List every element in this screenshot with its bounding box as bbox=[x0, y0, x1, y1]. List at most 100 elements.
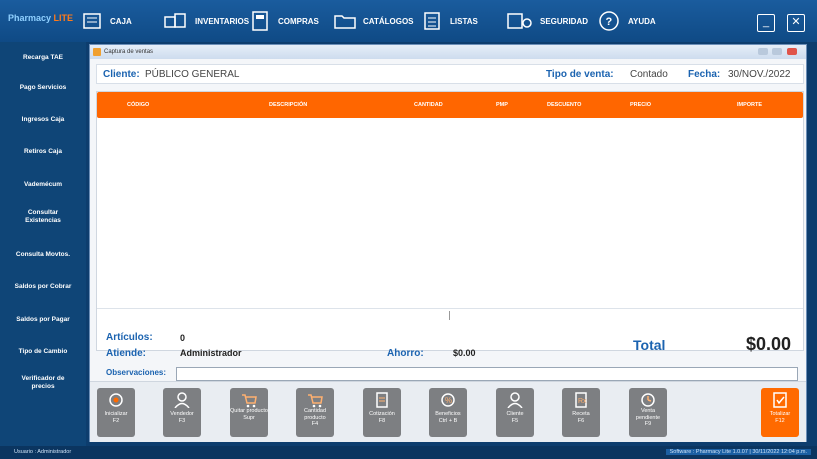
client-icon bbox=[507, 392, 523, 408]
window-close-button[interactable] bbox=[787, 48, 797, 55]
sidebar-item-consulta-movtos[interactable]: Consulta Movtos. bbox=[0, 251, 86, 259]
sidebar-item-label: Retiros Caja bbox=[24, 148, 62, 155]
sidebar-item-retiros-caja[interactable]: Retiros Caja bbox=[0, 148, 86, 156]
button-label-line1: Cantidad producto bbox=[303, 408, 327, 421]
button-label-line1: Venta pendiente bbox=[635, 408, 661, 421]
atiende-value: Administrador bbox=[180, 348, 242, 358]
menu-compras[interactable]: COMPRAS bbox=[250, 9, 319, 33]
menu-compras-label: COMPRAS bbox=[278, 16, 319, 26]
venta-pendiente-label: Venta pendiente F9 bbox=[629, 408, 667, 428]
quitar-producto-label: Quitar producto Supr bbox=[230, 408, 268, 421]
action-toolbar: Inicializar F2 Vendedor F3 Quitar producto… bbox=[90, 381, 806, 442]
close-icon: ✕ bbox=[791, 16, 801, 28]
tipo-venta-value[interactable]: Contado bbox=[630, 69, 668, 80]
sidebar-item-label: Consulta Movtos. bbox=[15, 251, 71, 258]
column-descuento: DESCUENTO bbox=[547, 102, 582, 108]
menu-ayuda-label: AYUDA bbox=[628, 16, 656, 26]
button-shortcut: F2 bbox=[112, 417, 120, 424]
venta-pendiente-button[interactable]: Venta pendiente F9 bbox=[629, 388, 667, 437]
cliente-value[interactable]: PÚBLICO GENERAL bbox=[145, 69, 239, 80]
column-cantidad: CANTIDAD bbox=[414, 102, 443, 108]
sidebar-item-tipo-cambio[interactable]: Tipo de Cambio bbox=[0, 348, 86, 356]
folder-icon bbox=[334, 15, 356, 29]
beneficios-label: Beneficios Ctrl + B bbox=[429, 411, 467, 424]
cliente-button[interactable]: Cliente F5 bbox=[496, 388, 534, 437]
observaciones-input[interactable] bbox=[176, 367, 798, 381]
sidebar-item-vademecum[interactable]: Vademécum bbox=[0, 181, 86, 189]
refresh-icon bbox=[109, 393, 123, 407]
column-precio: PRECIO bbox=[630, 102, 652, 108]
minimize-icon: _ bbox=[762, 16, 770, 28]
inicializar-label: Inicializar F2 bbox=[97, 411, 135, 424]
top-menu-bar: Pharmacy LITE CAJA INVENTARIOS COMPRAS C… bbox=[0, 0, 817, 42]
svg-text:%: % bbox=[445, 396, 452, 405]
sidebar-item-label: Pago Servicios bbox=[19, 84, 67, 91]
fecha-label: Fecha: bbox=[688, 69, 721, 80]
button-label-line1: Quitar producto bbox=[230, 408, 268, 414]
table-footer bbox=[97, 308, 803, 321]
document-icon bbox=[376, 392, 388, 408]
menu-listas[interactable]: LISTAS bbox=[422, 9, 478, 33]
vendedor-label: Vendedor F3 bbox=[163, 411, 201, 424]
button-shortcut: F8 bbox=[378, 417, 386, 424]
sidebar-item-label: Saldos por Cobrar bbox=[14, 283, 72, 290]
menu-inventarios[interactable]: INVENTARIOS bbox=[163, 9, 249, 33]
cash-register-icon bbox=[83, 13, 101, 29]
window-app-icon bbox=[93, 48, 101, 56]
quitar-producto-button[interactable]: Quitar producto Supr bbox=[230, 388, 268, 437]
ahorro-label: Ahorro: bbox=[387, 348, 424, 359]
menu-catalogos[interactable]: CATÁLOGOS bbox=[333, 9, 414, 33]
button-shortcut: F3 bbox=[178, 417, 186, 424]
table-header: CÓDIGO DESCRIPCIÓN CANTIDAD PMP DESCUENT… bbox=[97, 92, 803, 118]
products-table[interactable]: CÓDIGO DESCRIPCIÓN CANTIDAD PMP DESCUENT… bbox=[96, 91, 804, 351]
menu-caja[interactable]: CAJA bbox=[82, 9, 132, 33]
menu-ayuda[interactable]: ? AYUDA bbox=[598, 9, 656, 33]
window-maximize-button[interactable] bbox=[772, 48, 782, 55]
articulos-label: Artículos: bbox=[106, 332, 153, 343]
button-shortcut: F6 bbox=[577, 417, 585, 424]
button-shortcut: F12 bbox=[775, 417, 785, 424]
totalizar-button[interactable]: Totalizar F12 bbox=[761, 388, 799, 437]
button-shortcut: F9 bbox=[644, 421, 652, 427]
svg-text:?: ? bbox=[606, 16, 613, 28]
calculator-icon bbox=[252, 11, 268, 31]
sidebar-item-saldos-pagar[interactable]: Saldos por Pagar bbox=[0, 316, 86, 324]
sidebar-item-recarga-tae[interactable]: Recarga TAE bbox=[0, 54, 86, 62]
menu-catalogos-label: CATÁLOGOS bbox=[363, 16, 414, 26]
observaciones-label: Observaciones: bbox=[106, 368, 167, 377]
menu-seguridad[interactable]: SEGURIDAD bbox=[506, 9, 588, 33]
button-shortcut: F5 bbox=[511, 417, 519, 424]
sidebar-item-saldos-cobrar[interactable]: Saldos por Cobrar bbox=[0, 283, 86, 291]
receta-button[interactable]: Rx Receta F6 bbox=[562, 388, 600, 437]
minimize-button[interactable]: _ bbox=[757, 14, 775, 32]
sidebar: Recarga TAE Pago Servicios Ingresos Caja… bbox=[0, 42, 86, 446]
cantidad-producto-button[interactable]: Cantidad producto F4 bbox=[296, 388, 334, 437]
window-minimize-button[interactable] bbox=[758, 48, 768, 55]
close-app-button[interactable]: ✕ bbox=[787, 14, 805, 32]
inicializar-button[interactable]: Inicializar F2 bbox=[97, 388, 135, 437]
cliente-label: Cliente: bbox=[103, 69, 140, 80]
cantidad-producto-label: Cantidad producto F4 bbox=[296, 408, 334, 428]
articulos-value: 0 bbox=[180, 333, 186, 343]
ahorro-value: $0.00 bbox=[453, 348, 476, 358]
sidebar-item-consultar-existencias[interactable]: Consultar Existencias bbox=[0, 209, 86, 225]
menu-seguridad-label: SEGURIDAD bbox=[540, 16, 589, 26]
cart-qty-icon bbox=[308, 394, 323, 408]
cotizacion-button[interactable]: Cotización F8 bbox=[363, 388, 401, 437]
button-shortcut: F4 bbox=[311, 421, 319, 427]
vendedor-button[interactable]: Vendedor F3 bbox=[163, 388, 201, 437]
help-icon: ? bbox=[599, 11, 619, 31]
sidebar-item-label: Tipo de Cambio bbox=[18, 348, 68, 355]
beneficios-button[interactable]: % Beneficios Ctrl + B bbox=[429, 388, 467, 437]
sidebar-item-label: Saldos por Pagar bbox=[16, 316, 70, 323]
sidebar-item-verificador-precios[interactable]: Verificador de precios bbox=[0, 375, 86, 391]
sidebar-item-ingresos-caja[interactable]: Ingresos Caja bbox=[0, 116, 86, 124]
sidebar-item-pago-servicios[interactable]: Pago Servicios bbox=[0, 84, 86, 92]
list-icon bbox=[424, 12, 440, 30]
sale-info-bar: Cliente: PÚBLICO GENERAL Tipo de venta: … bbox=[96, 64, 804, 84]
column-pmp: PMP bbox=[496, 102, 508, 108]
sidebar-item-label: Vademécum bbox=[24, 181, 62, 188]
column-importe: IMPORTE bbox=[737, 102, 763, 108]
cliente-label: Cliente F5 bbox=[496, 411, 534, 424]
footer-divider bbox=[449, 311, 450, 320]
